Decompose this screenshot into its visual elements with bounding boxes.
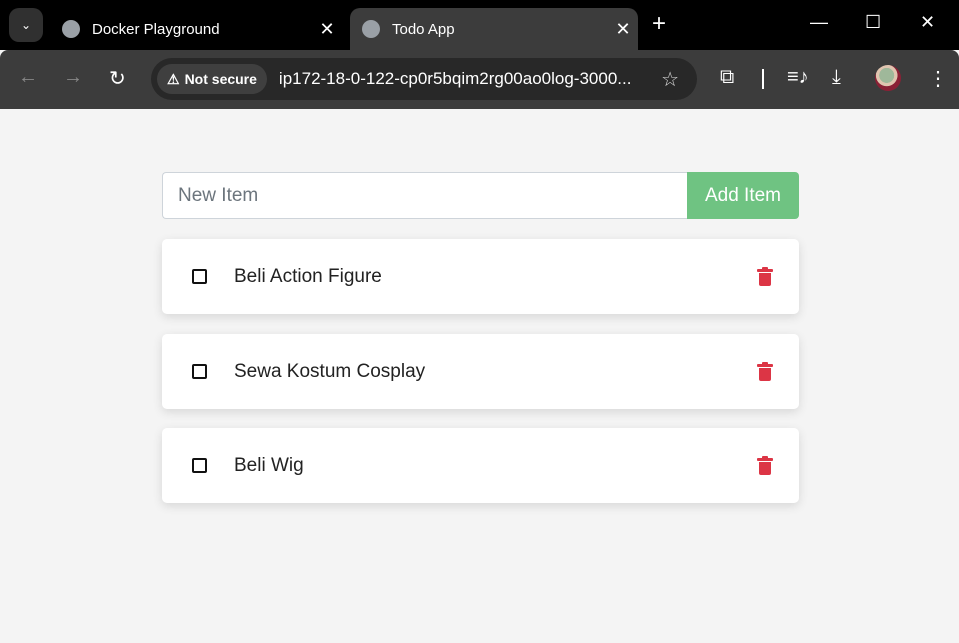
todo-item: Sewa Kostum Cosplay — [162, 334, 799, 409]
divider — [762, 69, 764, 89]
browser-toolbar: ← → ↻ ⚠ Not secure ip172-18-0-122-cp0r5b… — [0, 50, 959, 109]
close-icon[interactable]: ✕ — [608, 19, 638, 40]
new-tab-icon[interactable]: + — [652, 10, 666, 38]
extensions-icon[interactable]: ⧉ — [720, 66, 734, 89]
close-icon[interactable]: ✕ — [312, 19, 342, 40]
back-icon[interactable]: ← — [18, 66, 38, 89]
complete-checkbox[interactable] — [192, 364, 207, 379]
tab-title: Docker Playground — [92, 20, 220, 38]
page-content: Add Item Beli Action Figure Sewa Kostum … — [0, 109, 959, 643]
warning-icon: ⚠ — [167, 70, 180, 87]
minimize-icon[interactable]: — — [810, 12, 828, 33]
tab-title: Todo App — [392, 20, 455, 38]
item-name: Beli Action Figure — [234, 265, 382, 287]
new-item-input[interactable] — [162, 172, 687, 219]
add-item-button[interactable]: Add Item — [687, 172, 799, 219]
item-name: Sewa Kostum Cosplay — [234, 360, 426, 382]
window-close-icon[interactable]: ✕ — [920, 12, 935, 33]
trash-icon[interactable] — [757, 455, 773, 475]
maximize-icon[interactable]: ☐ — [865, 12, 881, 33]
download-icon[interactable]: ⤓ — [832, 66, 841, 89]
complete-checkbox[interactable] — [192, 458, 207, 473]
media-icon[interactable]: ≡♪ — [787, 66, 809, 89]
menu-icon[interactable]: ⋮ — [928, 66, 948, 91]
trash-icon[interactable] — [757, 266, 773, 286]
security-chip[interactable]: ⚠ Not secure — [157, 64, 267, 94]
tab-strip: ⌄ Docker Playground ✕ Todo App ✕ + — ☐ ✕ — [0, 0, 959, 50]
todo-item: Beli Action Figure — [162, 239, 799, 314]
add-item-form: Add Item — [162, 172, 799, 219]
tab-docker-playground[interactable]: Docker Playground ✕ — [50, 8, 342, 50]
security-label: Not secure — [184, 71, 257, 87]
trash-icon[interactable] — [757, 361, 773, 381]
url-text[interactable]: ip172-18-0-122-cp0r5bqim2rg00ao0log-3000… — [279, 69, 661, 89]
profile-avatar[interactable] — [875, 65, 901, 91]
item-name: Beli Wig — [234, 454, 304, 476]
todo-item: Beli Wig — [162, 428, 799, 503]
globe-icon — [62, 20, 80, 38]
forward-icon[interactable]: → — [63, 66, 83, 89]
globe-icon — [362, 20, 380, 38]
complete-checkbox[interactable] — [192, 269, 207, 284]
reload-icon[interactable]: ↻ — [109, 66, 126, 91]
star-icon[interactable]: ☆ — [661, 67, 679, 92]
address-bar[interactable]: ⚠ Not secure ip172-18-0-122-cp0r5bqim2rg… — [151, 58, 697, 100]
tab-todo-app[interactable]: Todo App ✕ — [350, 8, 638, 50]
tab-search-icon[interactable]: ⌄ — [9, 8, 43, 42]
